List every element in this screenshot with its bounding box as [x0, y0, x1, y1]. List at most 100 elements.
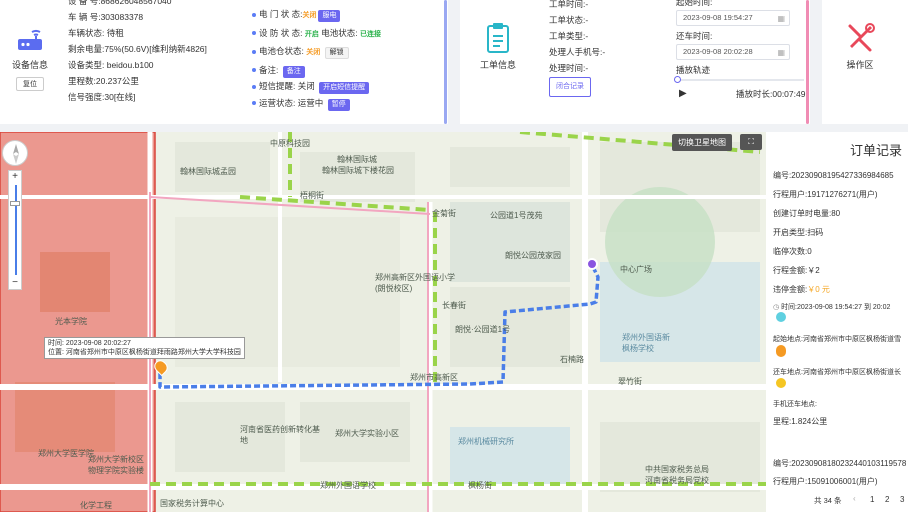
calendar-icon: ▦	[777, 14, 785, 23]
map-label: 梧桐街	[300, 191, 324, 200]
map-label: 金菊街	[432, 209, 456, 218]
calendar-icon: ▦	[777, 48, 785, 57]
zoom-track[interactable]	[15, 185, 17, 275]
map-label: 翰林国际城	[337, 155, 377, 164]
device-details: 设 备 号:868626048567040 车 辆 号:303083378 车辆…	[68, 0, 207, 105]
router-icon	[18, 29, 42, 50]
start-time-label: 起始时间:	[676, 0, 713, 7]
trip-time-line: ◷ 时间:2023-09-08 19:54:27 到 20:02	[773, 304, 891, 311]
map-label: 河南省医药创新转化基地	[240, 425, 320, 445]
device-type: 设备类型: beidou.b100	[68, 60, 154, 70]
map-label: 朗悦公园茂家园	[505, 251, 561, 260]
map-label: 翰林国际城孟园	[180, 167, 236, 176]
prev-page-icon[interactable]: ‹	[853, 494, 856, 503]
map-label: 郑州大学新校区物理学院实验楼	[88, 455, 144, 475]
battery-bin-row: 电池仓状态: 关闭 解锁	[252, 43, 381, 62]
total-count: 共 34 条	[814, 496, 842, 505]
pause-button[interactable]: 暂停	[327, 98, 350, 111]
clipboard-icon	[487, 23, 509, 53]
phone-icon	[776, 378, 786, 388]
map-label: 中心广场	[620, 265, 652, 274]
satellite-toggle-button[interactable]: 切换卫星地图	[672, 134, 732, 151]
work-status: 工单状态:-	[549, 15, 589, 25]
page-2[interactable]: 2	[885, 495, 889, 504]
note-row: 备注: 备注	[252, 62, 381, 79]
trip-mileage: 里程:1.824公里	[773, 417, 828, 426]
work-order-block[interactable]: 工单信息	[468, 22, 528, 71]
popup-location: 位置: 河南省郑州市中原区枫杨街道拜雨路郑州大学大学科技园	[48, 349, 241, 356]
close-record-button[interactable]: 闭合记录	[549, 77, 591, 97]
zoom-out-icon[interactable]: −	[9, 277, 21, 289]
top-panels: 设备信息 复位 设 备 号:868626048567040 车 辆 号:3030…	[0, 0, 908, 126]
temp-stops: 临停次数:0	[773, 247, 812, 256]
order-number-2: 编号:20230908180232440103119578	[773, 459, 907, 468]
map-label: 国家税务计算中心	[160, 499, 224, 508]
slider-handle[interactable]	[674, 76, 681, 83]
start-icon	[776, 312, 786, 322]
return-icon	[776, 345, 786, 357]
map-view[interactable]: 翰林国际城孟园 翰林国际城 翰林国际城下楼花园 公园道1号茂苑 朗悦公园茂家园 …	[0, 132, 766, 512]
open-type: 开启类型:扫码	[773, 228, 824, 237]
records-title: 订单记录	[849, 143, 902, 158]
trip-time-details: 起始时间: 2023-09-08 19:54:27 ▦ 还车时间: 2023-09…	[676, 0, 790, 76]
map-label: 郑州外国语学校	[320, 481, 376, 490]
device-panel: 设备信息 复位 设 备 号:868626048567040 车 辆 号:3030…	[0, 0, 448, 124]
page-1[interactable]: 1	[870, 495, 874, 504]
zoom-in-icon[interactable]: +	[9, 171, 21, 183]
unlock-button[interactable]: 解锁	[324, 47, 349, 59]
work-order-panel: 工单信息 工单时间:- 工单状态:- 工单类型:- 处理人手机号:- 处理时间:…	[460, 0, 810, 124]
start-marker-icon[interactable]	[586, 258, 598, 270]
order-records-panel: 订单记录 编号:20230908195427336984685 行程用户:191…	[766, 132, 908, 512]
device-info-block[interactable]: 设备信息 复位	[0, 26, 60, 91]
map-label: 化学工程	[80, 501, 112, 510]
playback-slider[interactable]	[674, 76, 804, 83]
work-order-details: 工单时间:- 工单状态:- 工单类型:- 处理人手机号:- 处理时间:- 闭合记…	[549, 0, 605, 97]
operation-row: 运营状态: 运营中 暂停	[252, 95, 381, 112]
handle-time: 处理时间:-	[549, 63, 589, 73]
map-label: 枫杨街	[468, 481, 492, 490]
vehicle-number: 车 辆 号:303083378	[68, 12, 144, 22]
pagination: 共 34 条 ‹ 1 2 3	[766, 490, 908, 512]
mileage: 里程数:20.237公里	[68, 76, 139, 86]
zoom-handle[interactable]	[10, 201, 20, 206]
note-button[interactable]: 备注	[282, 65, 305, 78]
map-label: 郑州外国语新枫杨学校	[622, 333, 670, 353]
ignition-row: 电 门 状 态:关闭 服电	[252, 6, 381, 25]
device-info-label: 设备信息	[11, 60, 48, 70]
page-3[interactable]: 3	[900, 495, 904, 504]
map-label: 翠竹街	[618, 377, 642, 386]
map-label: 中原科技园	[270, 139, 310, 148]
tools-icon	[848, 23, 875, 52]
start-time-field[interactable]: 2023-09-08 19:54:27 ▦	[676, 10, 790, 26]
end-time-field[interactable]: 2023-09-08 20:02:28 ▦	[676, 44, 790, 60]
map-label: 翰林国际城下楼花园	[322, 166, 394, 175]
penalty-amount: 违停金额:￥0 元	[773, 285, 830, 294]
ignition-button[interactable]: 服电	[318, 10, 341, 22]
ops-label: 操作区	[846, 60, 874, 70]
map-label: 朗悦·公园道1号	[455, 325, 511, 334]
signal-strength: 信号强度:30[在线]	[68, 92, 136, 102]
battery-remaining: 剩余电量:75%(50.6V)[维利纳新4826]	[68, 44, 207, 54]
vehicle-status: 车辆状态: 待租	[68, 28, 124, 38]
map-label: 郑州大学医学院	[38, 449, 94, 458]
compass-control[interactable]	[2, 140, 28, 166]
work-order-label: 工单信息	[479, 60, 516, 70]
device-number: 设 备 号:868626048567040	[68, 0, 172, 6]
bullet-icon	[252, 12, 256, 17]
ops-block[interactable]: 操作区	[830, 22, 890, 71]
sms-button[interactable]: 开启短信提醒	[319, 82, 370, 94]
location-popup: 时间: 2023-09-08 20:02:27 位置: 河南省郑州市中原区枫杨街…	[44, 337, 245, 359]
order-number: 编号:20230908195427336984685	[773, 171, 894, 180]
start-place: 起始地点:河南省郑州市中原区枫杨街道雪	[773, 336, 901, 343]
phone-return-place: 手机还车地点:	[773, 401, 817, 408]
zoom-control[interactable]: + −	[8, 170, 22, 290]
playback-label: 播放轨迹	[676, 65, 711, 75]
fullscreen-icon[interactable]: ⛶	[740, 134, 762, 150]
play-icon[interactable]: ▶	[679, 88, 687, 99]
work-time: 工单时间:-	[549, 0, 589, 9]
map-label: 公园道1号茂苑	[490, 211, 543, 220]
divider	[806, 0, 809, 124]
bullet-icon	[252, 68, 256, 73]
play-duration: 播放时长:00:07:49	[736, 89, 806, 99]
reset-button[interactable]: 复位	[16, 77, 44, 91]
